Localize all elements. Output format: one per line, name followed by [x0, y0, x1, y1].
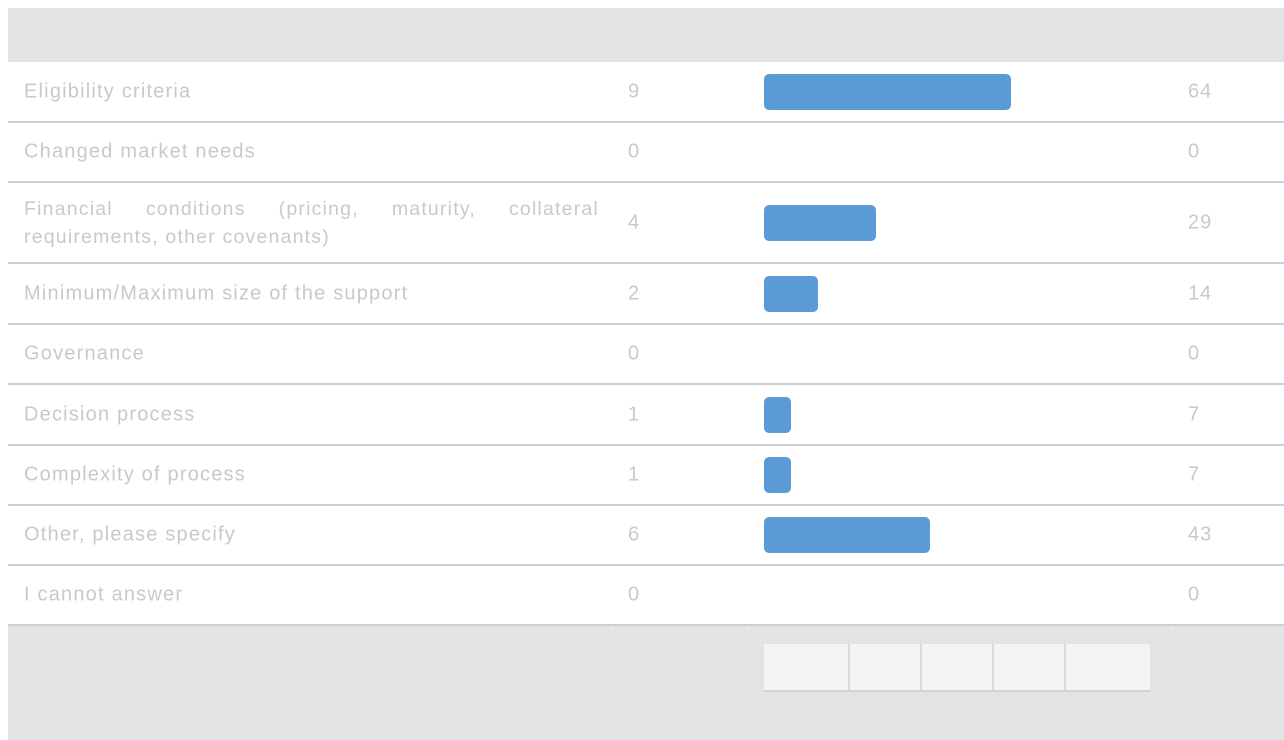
category-label: Complexity of process: [24, 463, 246, 486]
percent-value: 14: [1188, 282, 1213, 304]
table-row: Changed market needs 0 0: [8, 123, 1284, 183]
percent-value: 0: [1188, 342, 1201, 365]
bar: [764, 73, 1011, 110]
scale-cell: [850, 644, 922, 690]
footer-divider: [612, 626, 613, 634]
footer-divider: [748, 626, 749, 634]
percent-value: 0: [1188, 140, 1201, 163]
percent-value: 0: [1188, 583, 1201, 606]
table-row: Decision process 1 7: [8, 385, 1284, 446]
category-label: Governance: [24, 342, 145, 365]
table-footer-band: [8, 626, 1284, 740]
response-count: 6: [628, 523, 641, 546]
response-count: 4: [628, 211, 641, 233]
response-count: 2: [628, 282, 641, 304]
table-row: Eligibility criteria 9 64: [8, 62, 1284, 123]
category-label: Decision process: [24, 403, 196, 425]
scale-cell: [764, 644, 850, 690]
table-row: Minimum/Maximum size of the support 2 14: [8, 264, 1284, 325]
scale-cell: [994, 644, 1066, 690]
category-label: Financial conditions (pricing, maturity,…: [24, 197, 599, 248]
bar: [764, 457, 791, 493]
category-label: Changed market needs: [24, 140, 256, 163]
table-row: Financial conditions (pricing, maturity,…: [8, 183, 1284, 264]
table-row: Governance 0 0: [8, 325, 1284, 385]
table-row: Complexity of process 1 7: [8, 446, 1284, 506]
percent-value: 64: [1188, 80, 1213, 102]
category-label: Other, please specify: [24, 523, 236, 546]
response-count: 9: [628, 80, 641, 102]
percent-value: 7: [1188, 463, 1201, 486]
table-row: I cannot answer 0 0: [8, 566, 1284, 626]
category-label: Eligibility criteria: [24, 80, 192, 102]
bar-scale-axis: [764, 644, 1150, 692]
percent-value: 43: [1188, 523, 1213, 546]
response-count: 0: [628, 342, 641, 365]
response-count: 1: [628, 463, 641, 486]
category-label: Minimum/Maximum size of the support: [24, 282, 409, 304]
scale-cell: [922, 644, 994, 690]
bar: [764, 275, 818, 312]
table-header-band: [8, 8, 1284, 62]
footer-divider: [1172, 626, 1173, 634]
category-label: I cannot answer: [24, 583, 184, 606]
percent-value: 7: [1188, 403, 1201, 425]
response-count: 0: [628, 140, 641, 163]
percent-value: 29: [1188, 211, 1213, 233]
response-count: 0: [628, 583, 641, 606]
table-row: Other, please specify 6 43: [8, 506, 1284, 566]
bar: [764, 204, 876, 241]
bar: [764, 396, 791, 433]
bar: [764, 517, 930, 553]
response-count: 1: [628, 403, 641, 425]
survey-results-table: Eligibility criteria 9 64 Changed market ne…: [8, 62, 1284, 626]
scale-cell: [1066, 644, 1150, 690]
